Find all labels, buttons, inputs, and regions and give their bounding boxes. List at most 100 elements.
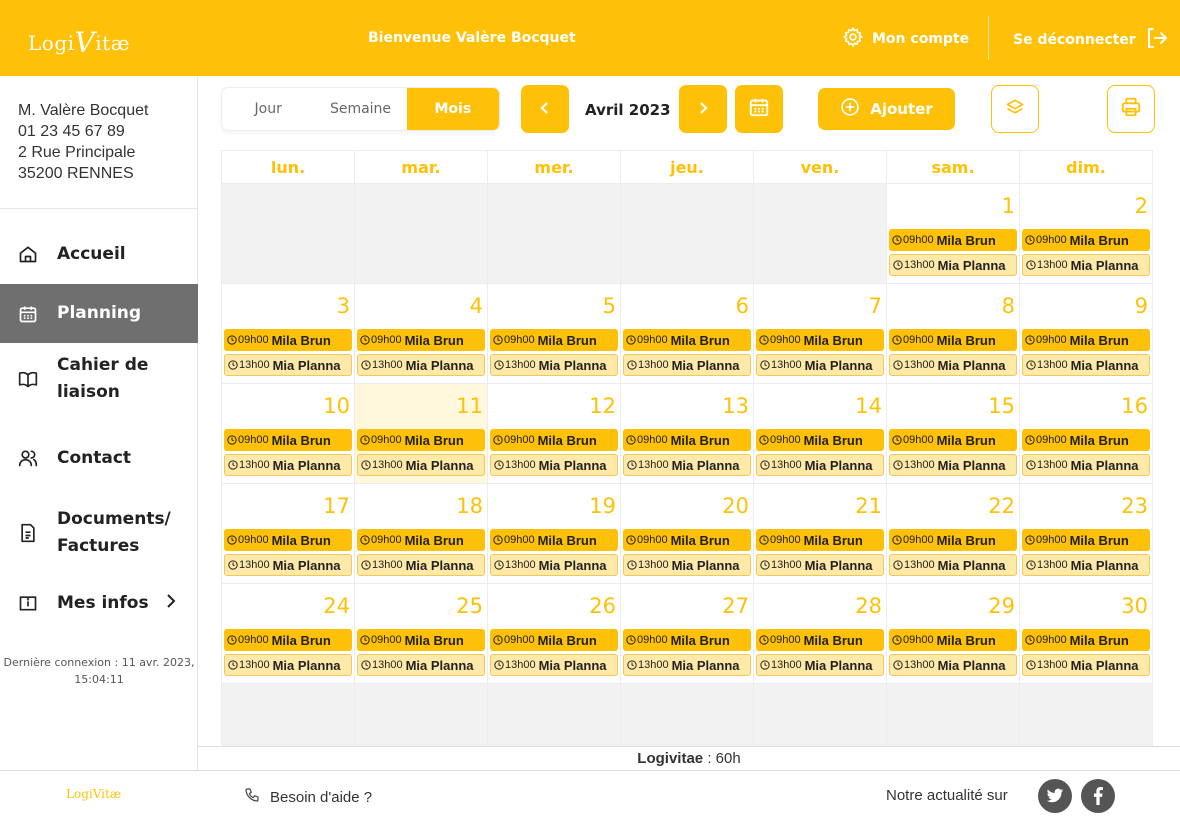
calendar-event[interactable]: 09h00 Mila Brun (889, 229, 1017, 251)
date-picker-button[interactable] (735, 85, 783, 133)
next-month-button[interactable] (679, 85, 727, 133)
calendar-day-cell[interactable]: 15 09h00 Mila Brun 13h00 Mia Planna (887, 383, 1020, 483)
calendar-event[interactable]: 13h00 Mia Planna (889, 254, 1017, 276)
calendar-day-cell[interactable]: 26 09h00 Mila Brun 13h00 Mia Planna (488, 583, 621, 683)
view-day-button[interactable]: Jour (222, 88, 314, 130)
calendar-event[interactable]: 09h00 Mila Brun (1022, 329, 1150, 351)
view-month-button[interactable]: Mois (406, 88, 499, 130)
calendar-day-cell[interactable]: 12 09h00 Mila Brun 13h00 Mia Planna (488, 383, 621, 483)
calendar-event[interactable]: 13h00 Mia Planna (889, 454, 1017, 476)
calendar-day-cell[interactable]: 2 09h00 Mila Brun 13h00 Mia Planna (1020, 183, 1153, 283)
calendar-event[interactable]: 13h00 Mia Planna (1022, 254, 1150, 276)
calendar-day-cell[interactable]: 16 09h00 Mila Brun 13h00 Mia Planna (1020, 383, 1153, 483)
calendar-event[interactable]: 13h00 Mia Planna (1022, 654, 1150, 676)
calendar-event[interactable]: 09h00 Mila Brun (490, 529, 618, 551)
calendar-event[interactable]: 13h00 Mia Planna (224, 454, 352, 476)
calendar-event[interactable]: 13h00 Mia Planna (623, 454, 751, 476)
logo[interactable]: LogiVitæ (28, 24, 130, 59)
view-week-button[interactable]: Semaine (314, 88, 406, 130)
calendar-event[interactable]: 13h00 Mia Planna (623, 354, 751, 376)
calendar-day-cell[interactable]: 11 09h00 Mila Brun 13h00 Mia Planna (355, 383, 488, 483)
calendar-event[interactable]: 13h00 Mia Planna (357, 454, 485, 476)
calendar-event[interactable]: 13h00 Mia Planna (490, 454, 618, 476)
calendar-day-cell[interactable]: 24 09h00 Mila Brun 13h00 Mia Planna (222, 583, 355, 683)
calendar-event[interactable]: 09h00 Mila Brun (490, 429, 618, 451)
sidebar-item-planning[interactable]: Planning (0, 284, 198, 343)
facebook-icon[interactable] (1081, 779, 1115, 813)
twitter-icon[interactable] (1038, 779, 1072, 813)
sidebar-item-contact[interactable]: Contact (0, 429, 198, 487)
calendar-day-cell[interactable]: 29 09h00 Mila Brun 13h00 Mia Planna (887, 583, 1020, 683)
calendar-event[interactable]: 09h00 Mila Brun (224, 329, 352, 351)
sidebar-item-accueil[interactable]: Accueil (0, 225, 198, 283)
previous-month-button[interactable] (521, 85, 569, 133)
calendar-event[interactable]: 09h00 Mila Brun (889, 329, 1017, 351)
layers-button[interactable] (991, 85, 1039, 133)
calendar-event[interactable]: 13h00 Mia Planna (1022, 554, 1150, 576)
calendar-event[interactable]: 13h00 Mia Planna (1022, 454, 1150, 476)
account-button[interactable]: Mon compte (842, 26, 969, 52)
calendar-day-cell[interactable]: 8 09h00 Mila Brun 13h00 Mia Planna (887, 283, 1020, 383)
calendar-event[interactable]: 09h00 Mila Brun (623, 429, 751, 451)
calendar-event[interactable]: 13h00 Mia Planna (889, 654, 1017, 676)
calendar-day-cell[interactable]: 13 09h00 Mila Brun 13h00 Mia Planna (621, 383, 754, 483)
calendar-event[interactable]: 09h00 Mila Brun (623, 529, 751, 551)
calendar-day-cell[interactable]: 9 09h00 Mila Brun 13h00 Mia Planna (1020, 283, 1153, 383)
calendar-day-cell[interactable]: 22 09h00 Mila Brun 13h00 Mia Planna (887, 483, 1020, 583)
sidebar-item-cahier-de-liaison[interactable]: Cahier de liaison (0, 344, 198, 414)
calendar-event[interactable]: 13h00 Mia Planna (357, 654, 485, 676)
calendar-event[interactable]: 09h00 Mila Brun (1022, 629, 1150, 651)
calendar-day-cell[interactable]: 27 09h00 Mila Brun 13h00 Mia Planna (621, 583, 754, 683)
calendar-event[interactable]: 13h00 Mia Planna (756, 454, 884, 476)
calendar-event[interactable]: 13h00 Mia Planna (756, 354, 884, 376)
calendar-day-cell[interactable]: 23 09h00 Mila Brun 13h00 Mia Planna (1020, 483, 1153, 583)
calendar-event[interactable]: 09h00 Mila Brun (490, 629, 618, 651)
calendar-event[interactable]: 09h00 Mila Brun (756, 529, 884, 551)
calendar-event[interactable]: 09h00 Mila Brun (1022, 229, 1150, 251)
calendar-event[interactable]: 13h00 Mia Planna (224, 354, 352, 376)
calendar-day-cell[interactable]: 7 09h00 Mila Brun 13h00 Mia Planna (754, 283, 887, 383)
calendar-day-cell[interactable]: 18 09h00 Mila Brun 13h00 Mia Planna (355, 483, 488, 583)
calendar-event[interactable]: 09h00 Mila Brun (490, 329, 618, 351)
calendar-event[interactable]: 13h00 Mia Planna (889, 354, 1017, 376)
calendar-day-cell[interactable]: 1 09h00 Mila Brun 13h00 Mia Planna (887, 183, 1020, 283)
calendar-event[interactable]: 09h00 Mila Brun (357, 529, 485, 551)
calendar-event[interactable]: 13h00 Mia Planna (357, 354, 485, 376)
calendar-event[interactable]: 09h00 Mila Brun (889, 429, 1017, 451)
calendar-event[interactable]: 09h00 Mila Brun (224, 629, 352, 651)
calendar-day-cell[interactable]: 5 09h00 Mila Brun 13h00 Mia Planna (488, 283, 621, 383)
calendar-event[interactable]: 09h00 Mila Brun (357, 429, 485, 451)
calendar-event[interactable]: 09h00 Mila Brun (889, 529, 1017, 551)
calendar-event[interactable]: 13h00 Mia Planna (490, 554, 618, 576)
calendar-event[interactable]: 13h00 Mia Planna (756, 554, 884, 576)
calendar-event[interactable]: 13h00 Mia Planna (756, 654, 884, 676)
calendar-event[interactable]: 13h00 Mia Planna (490, 654, 618, 676)
calendar-day-cell[interactable]: 3 09h00 Mila Brun 13h00 Mia Planna (222, 283, 355, 383)
calendar-event[interactable]: 09h00 Mila Brun (224, 429, 352, 451)
calendar-day-cell[interactable]: 14 09h00 Mila Brun 13h00 Mia Planna (754, 383, 887, 483)
calendar-day-cell[interactable]: 21 09h00 Mila Brun 13h00 Mia Planna (754, 483, 887, 583)
calendar-event[interactable]: 13h00 Mia Planna (224, 554, 352, 576)
calendar-event[interactable]: 13h00 Mia Planna (490, 354, 618, 376)
footer-logo[interactable]: LogiVitæ (66, 787, 121, 801)
print-button[interactable] (1107, 85, 1155, 133)
calendar-day-cell[interactable]: 20 09h00 Mila Brun 13h00 Mia Planna (621, 483, 754, 583)
calendar-event[interactable]: 09h00 Mila Brun (357, 329, 485, 351)
calendar-event[interactable]: 09h00 Mila Brun (357, 629, 485, 651)
calendar-event[interactable]: 09h00 Mila Brun (224, 529, 352, 551)
calendar-event[interactable]: 13h00 Mia Planna (224, 654, 352, 676)
calendar-event[interactable]: 09h00 Mila Brun (756, 329, 884, 351)
add-button[interactable]: Ajouter (818, 88, 955, 130)
calendar-day-cell[interactable]: 6 09h00 Mila Brun 13h00 Mia Planna (621, 283, 754, 383)
calendar-event[interactable]: 13h00 Mia Planna (1022, 354, 1150, 376)
calendar-event[interactable]: 13h00 Mia Planna (357, 554, 485, 576)
calendar-day-cell[interactable]: 25 09h00 Mila Brun 13h00 Mia Planna (355, 583, 488, 683)
calendar-event[interactable]: 09h00 Mila Brun (1022, 529, 1150, 551)
calendar-day-cell[interactable]: 19 09h00 Mila Brun 13h00 Mia Planna (488, 483, 621, 583)
help-link[interactable]: Besoin d'aide ? (244, 787, 372, 807)
calendar-day-cell[interactable]: 10 09h00 Mila Brun 13h00 Mia Planna (222, 383, 355, 483)
calendar-day-cell[interactable]: 30 09h00 Mila Brun 13h00 Mia Planna (1020, 583, 1153, 683)
sidebar-item-mes-infos[interactable]: Mes infos (0, 574, 198, 632)
calendar-event[interactable]: 09h00 Mila Brun (623, 629, 751, 651)
calendar-event[interactable]: 09h00 Mila Brun (889, 629, 1017, 651)
